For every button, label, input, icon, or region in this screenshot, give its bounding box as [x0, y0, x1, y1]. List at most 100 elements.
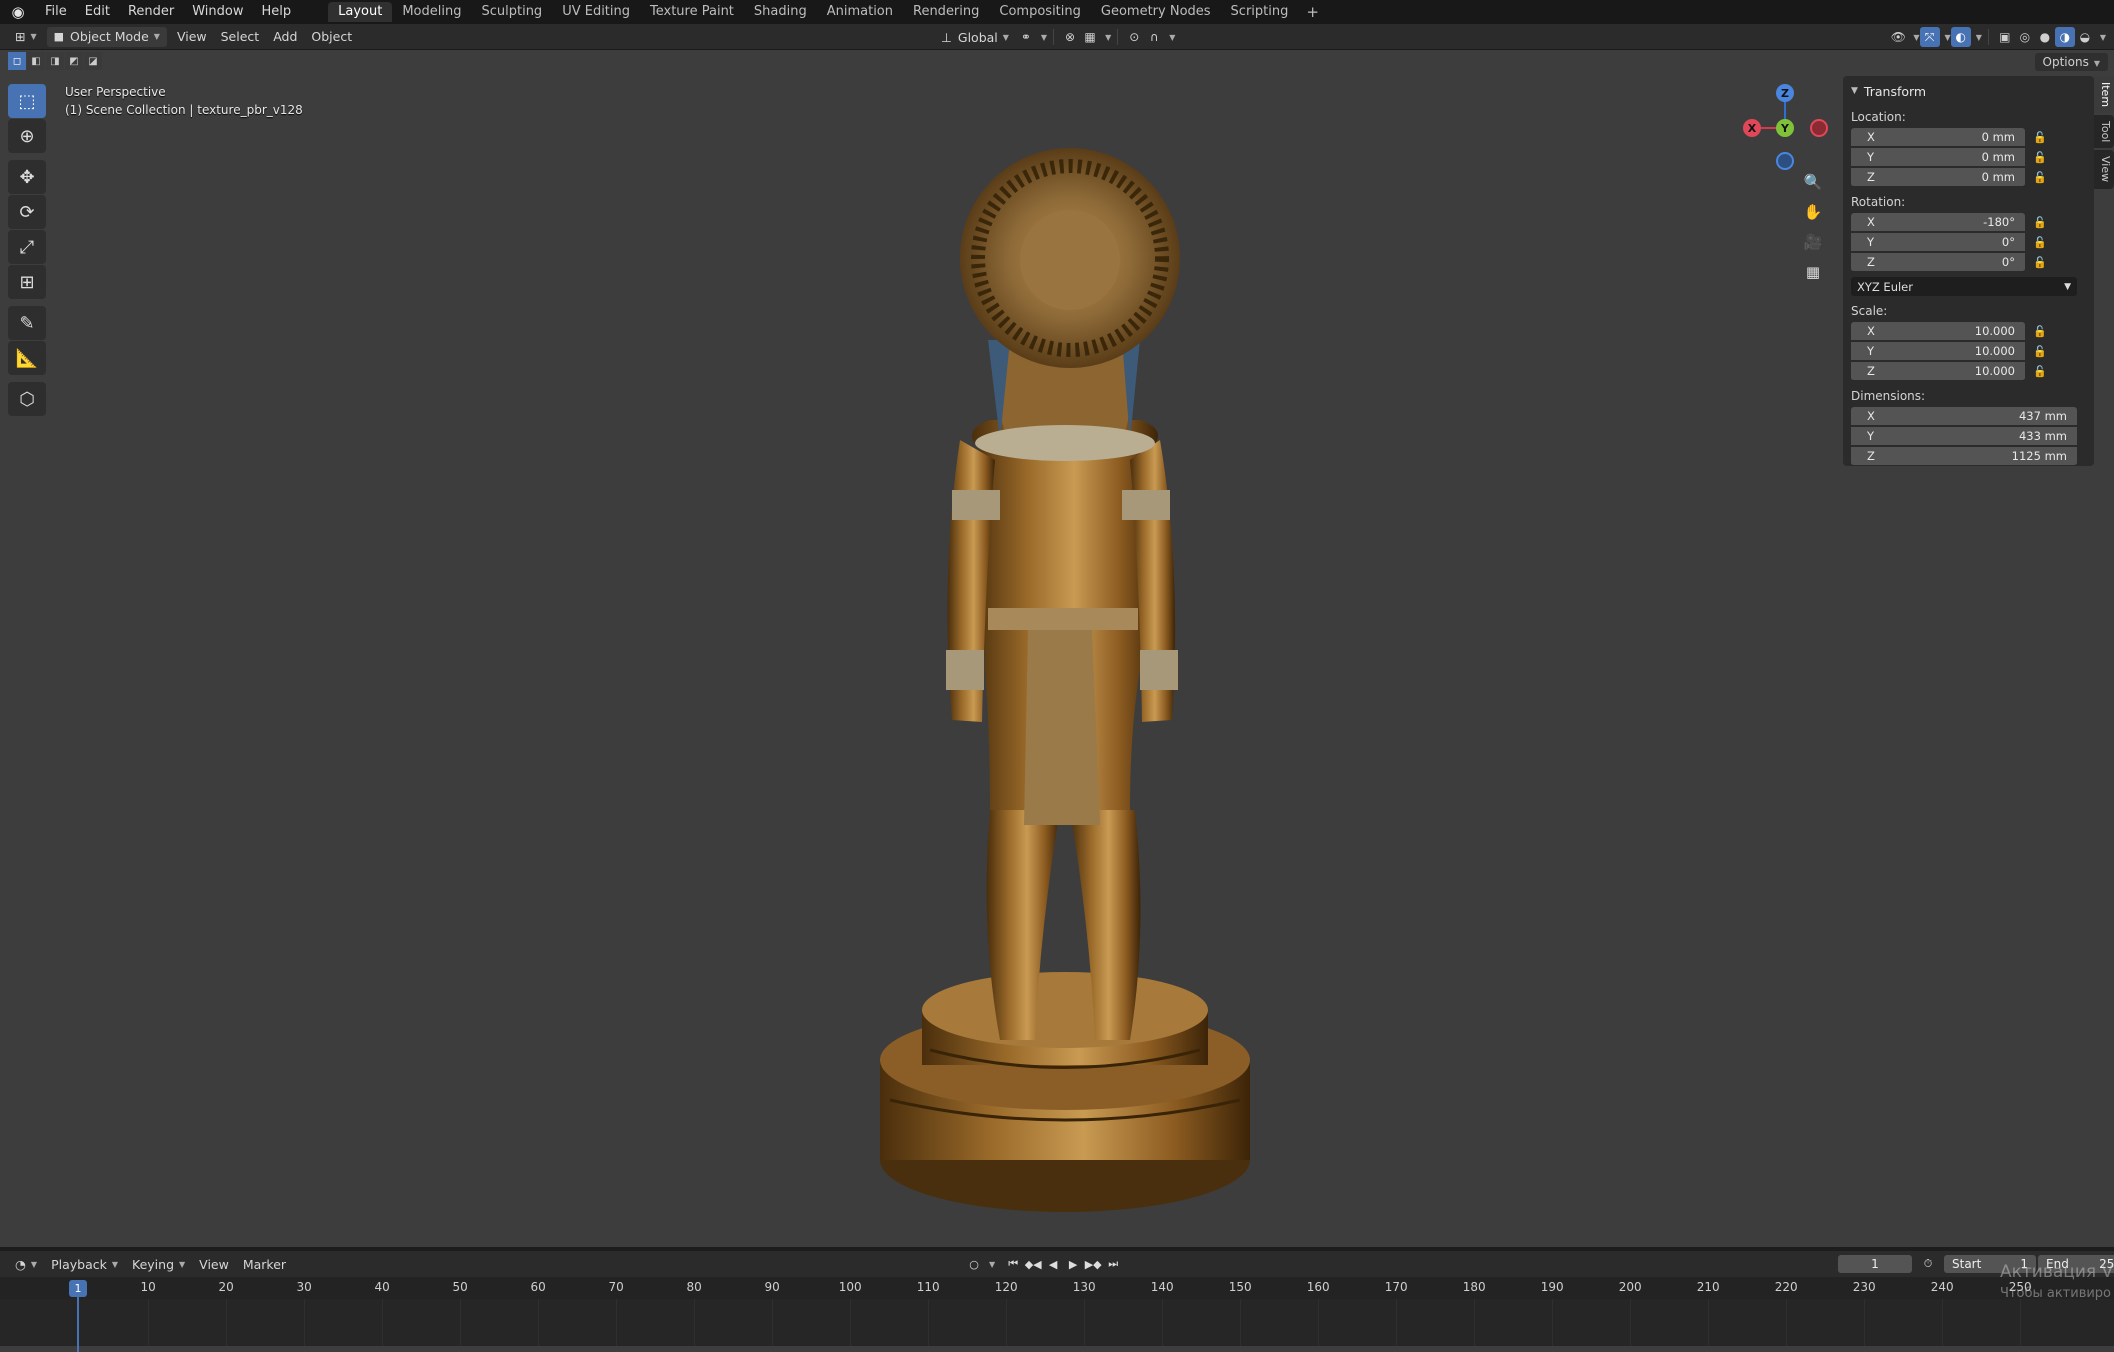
timeline-tracks[interactable]: [0, 1299, 2114, 1346]
lock-icon[interactable]: 🔓: [2025, 236, 2055, 249]
dimensions-z-field[interactable]: Z 1125 mm: [1851, 446, 2077, 466]
playback-menu[interactable]: Playback ▼: [44, 1254, 125, 1274]
xray-icon[interactable]: ▣: [1995, 27, 2015, 47]
playhead-line[interactable]: [77, 1297, 79, 1352]
material-shading-icon[interactable]: ◑: [2054, 27, 2075, 47]
lock-icon[interactable]: 🔓: [2025, 256, 2055, 269]
location-x-field[interactable]: X 0 mm: [1851, 127, 2025, 147]
gizmo-z-axis[interactable]: Z: [1776, 84, 1794, 102]
gizmo-x-axis[interactable]: X: [1743, 119, 1761, 137]
statue-model[interactable]: [860, 110, 1260, 1240]
timeline-scrollbar[interactable]: [0, 1346, 2114, 1352]
add-workspace-button[interactable]: +: [1298, 3, 1327, 21]
pan-hand-icon[interactable]: ✋: [1799, 198, 1827, 226]
tab-texture-paint[interactable]: Texture Paint: [640, 2, 744, 22]
location-y-field[interactable]: Y 0 mm: [1851, 147, 2025, 167]
scale-y-field[interactable]: Y 10.000: [1851, 341, 2025, 361]
zoom-icon[interactable]: 🔍: [1799, 168, 1827, 196]
scale-z-field[interactable]: Z 10.000: [1851, 361, 2025, 381]
visibility-icon[interactable]: 👁: [1888, 27, 1908, 47]
dimensions-x-field[interactable]: X 437 mm: [1851, 406, 2077, 426]
scale-x-field[interactable]: X 10.000: [1851, 321, 2025, 341]
select-extend-icon[interactable]: ◧: [27, 52, 45, 70]
pivot-point-icon[interactable]: ⚭: [1016, 27, 1036, 47]
scale-icon[interactable]: ⤢: [8, 230, 46, 264]
lock-icon[interactable]: 🔓: [2025, 325, 2055, 338]
tab-shading[interactable]: Shading: [744, 2, 817, 22]
measure-icon[interactable]: 📐: [8, 341, 46, 375]
jump-start-icon[interactable]: ⏮: [1003, 1255, 1023, 1273]
tab-uv-editing[interactable]: UV Editing: [552, 2, 640, 22]
snap-target-icon[interactable]: ▦: [1080, 27, 1100, 47]
3d-viewport[interactable]: User Perspective (1) Scene Collection | …: [0, 50, 2114, 1247]
timeline-view-menu[interactable]: View: [192, 1254, 236, 1274]
lock-icon[interactable]: 🔓: [2025, 151, 2055, 164]
lock-icon[interactable]: 🔓: [2025, 365, 2055, 378]
playhead-frame-indicator[interactable]: 1: [69, 1280, 87, 1297]
tab-tool[interactable]: Tool: [2094, 115, 2114, 149]
lock-icon[interactable]: 🔓: [2025, 131, 2055, 144]
stopwatch-icon[interactable]: ⏱: [1918, 1255, 1938, 1273]
gizmo-toggle-icon[interactable]: ⤧: [1919, 27, 1940, 47]
transform-panel-header[interactable]: ▼ Transform: [1851, 80, 2090, 102]
navigation-gizmo[interactable]: Z X Y: [1740, 84, 1830, 174]
tab-sculpting[interactable]: Sculpting: [471, 2, 552, 22]
select-intersect-icon[interactable]: ◪: [84, 52, 102, 70]
record-icon[interactable]: ○: [964, 1255, 984, 1273]
menu-view[interactable]: View: [170, 27, 214, 47]
camera-view-icon[interactable]: 🎥: [1799, 228, 1827, 256]
menu-render[interactable]: Render: [119, 0, 183, 24]
gizmo-neg-z-axis[interactable]: [1776, 152, 1794, 170]
select-subtract-icon[interactable]: ◨: [46, 52, 64, 70]
timeline-ruler[interactable]: 1102030405060708090100110120130140150160…: [0, 1277, 2114, 1299]
menu-window[interactable]: Window: [183, 0, 252, 24]
proportional-edit-icon[interactable]: ⊙: [1124, 27, 1144, 47]
annotate-icon[interactable]: ✎: [8, 306, 46, 340]
tab-view[interactable]: View: [2094, 150, 2114, 189]
snap-icon[interactable]: ⊗: [1060, 27, 1080, 47]
falloff-icon[interactable]: ∩: [1144, 27, 1164, 47]
menu-help[interactable]: Help: [253, 0, 301, 24]
wireframe-shading-icon[interactable]: ◎: [2015, 27, 2035, 47]
menu-select[interactable]: Select: [214, 27, 267, 47]
menu-edit[interactable]: Edit: [76, 0, 119, 24]
select-invert-icon[interactable]: ◩: [65, 52, 83, 70]
location-z-field[interactable]: Z 0 mm: [1851, 167, 2025, 187]
options-dropdown[interactable]: Options ▼: [2034, 53, 2108, 71]
select-new-icon[interactable]: ◻: [8, 52, 26, 70]
ortho-grid-icon[interactable]: ▦: [1799, 258, 1827, 286]
next-keyframe-icon[interactable]: ▶◆: [1083, 1255, 1103, 1273]
rendered-shading-icon[interactable]: ◒: [2075, 27, 2095, 47]
rotation-y-field[interactable]: Y 0°: [1851, 232, 2025, 252]
play-reverse-icon[interactable]: ◀: [1043, 1255, 1063, 1273]
lock-icon[interactable]: 🔓: [2025, 345, 2055, 358]
current-frame-field[interactable]: 1: [1838, 1255, 1912, 1273]
blender-logo-icon[interactable]: ◉: [0, 0, 36, 24]
keying-menu[interactable]: Keying ▼: [125, 1254, 192, 1274]
mode-dropdown[interactable]: ■ Object Mode ▼: [46, 26, 167, 47]
overlay-toggle-icon[interactable]: ◐: [1950, 27, 1971, 47]
menu-object[interactable]: Object: [304, 27, 359, 47]
tab-rendering[interactable]: Rendering: [903, 2, 989, 22]
menu-add[interactable]: Add: [266, 27, 304, 47]
dimensions-y-field[interactable]: Y 433 mm: [1851, 426, 2077, 446]
transform-orientation-dropdown[interactable]: ⊥ Global ▼: [934, 27, 1016, 47]
tab-compositing[interactable]: Compositing: [989, 2, 1091, 22]
move-icon[interactable]: ✥: [8, 160, 46, 194]
lock-icon[interactable]: 🔓: [2025, 216, 2055, 229]
solid-shading-icon[interactable]: ●: [2035, 27, 2055, 47]
rotation-mode-dropdown[interactable]: XYZ Euler ▼: [1851, 277, 2077, 296]
select-box-icon[interactable]: ⬚: [8, 84, 46, 118]
prev-keyframe-icon[interactable]: ◆◀: [1023, 1255, 1043, 1273]
tab-modeling[interactable]: Modeling: [392, 2, 471, 22]
transform-icon[interactable]: ⊞: [8, 265, 46, 299]
rotation-z-field[interactable]: Z 0°: [1851, 252, 2025, 272]
timeline-editor-type-button[interactable]: ◔ ▼: [8, 1254, 44, 1274]
gizmo-y-axis[interactable]: Y: [1776, 119, 1794, 137]
marker-menu[interactable]: Marker: [236, 1254, 293, 1274]
play-icon[interactable]: ▶: [1063, 1255, 1083, 1273]
gizmo-neg-x-axis[interactable]: [1810, 119, 1828, 137]
editor-type-button[interactable]: ⊞ ▼: [8, 27, 44, 47]
tab-item[interactable]: Item: [2094, 76, 2114, 114]
cursor-icon[interactable]: ⊕: [8, 119, 46, 153]
